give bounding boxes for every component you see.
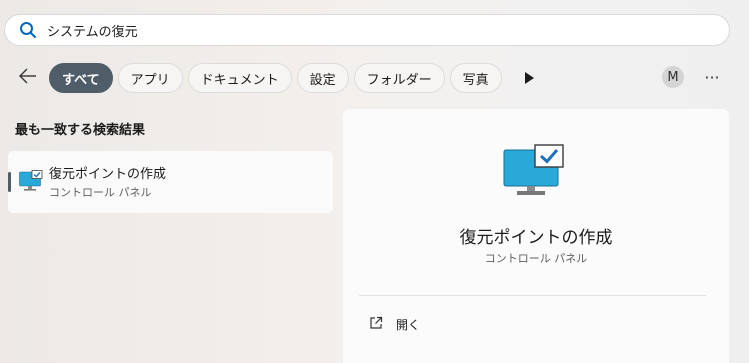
filter-chip-folders[interactable]: フォルダー xyxy=(353,63,445,93)
more-filters-button[interactable] xyxy=(515,63,543,93)
list-item[interactable]: 復元ポイントの作成 コントロール パネル xyxy=(8,151,333,213)
best-match-heading: 最も一致する検索結果 xyxy=(15,123,146,138)
divider xyxy=(359,295,706,296)
filter-chip-documents[interactable]: ドキュメント xyxy=(187,63,292,93)
arrow-left-icon xyxy=(18,68,38,88)
search-bar[interactable] xyxy=(4,14,730,46)
open-action-label: 開く xyxy=(396,318,421,332)
filter-chip-all[interactable]: すべて xyxy=(49,63,113,93)
selection-indicator xyxy=(8,172,11,192)
result-subtitle: コントロール パネル xyxy=(49,186,152,199)
search-input[interactable] xyxy=(47,22,647,38)
avatar[interactable]: M xyxy=(662,66,684,88)
detail-panel: 復元ポイントの作成 コントロール パネル 開く xyxy=(343,109,729,363)
back-button[interactable] xyxy=(12,62,44,94)
monitor-check-icon xyxy=(502,144,566,204)
filter-chip-apps[interactable]: アプリ xyxy=(117,63,183,93)
open-external-icon xyxy=(369,315,383,334)
filter-chip-photos[interactable]: 写真 xyxy=(449,63,502,93)
monitor-check-icon xyxy=(19,170,43,196)
play-icon xyxy=(524,69,534,88)
open-action[interactable]: 開く xyxy=(369,315,420,334)
filter-chip-settings[interactable]: 設定 xyxy=(296,63,349,93)
search-icon xyxy=(19,21,37,39)
filter-row: すべて アプリ ドキュメント 設定 フォルダー 写真 M ··· xyxy=(12,62,737,94)
detail-title: 復元ポイントの作成 xyxy=(459,228,613,248)
detail-subtitle: コントロール パネル xyxy=(484,252,588,265)
more-options-button[interactable]: ··· xyxy=(697,62,727,92)
result-title: 復元ポイントの作成 xyxy=(49,167,167,182)
